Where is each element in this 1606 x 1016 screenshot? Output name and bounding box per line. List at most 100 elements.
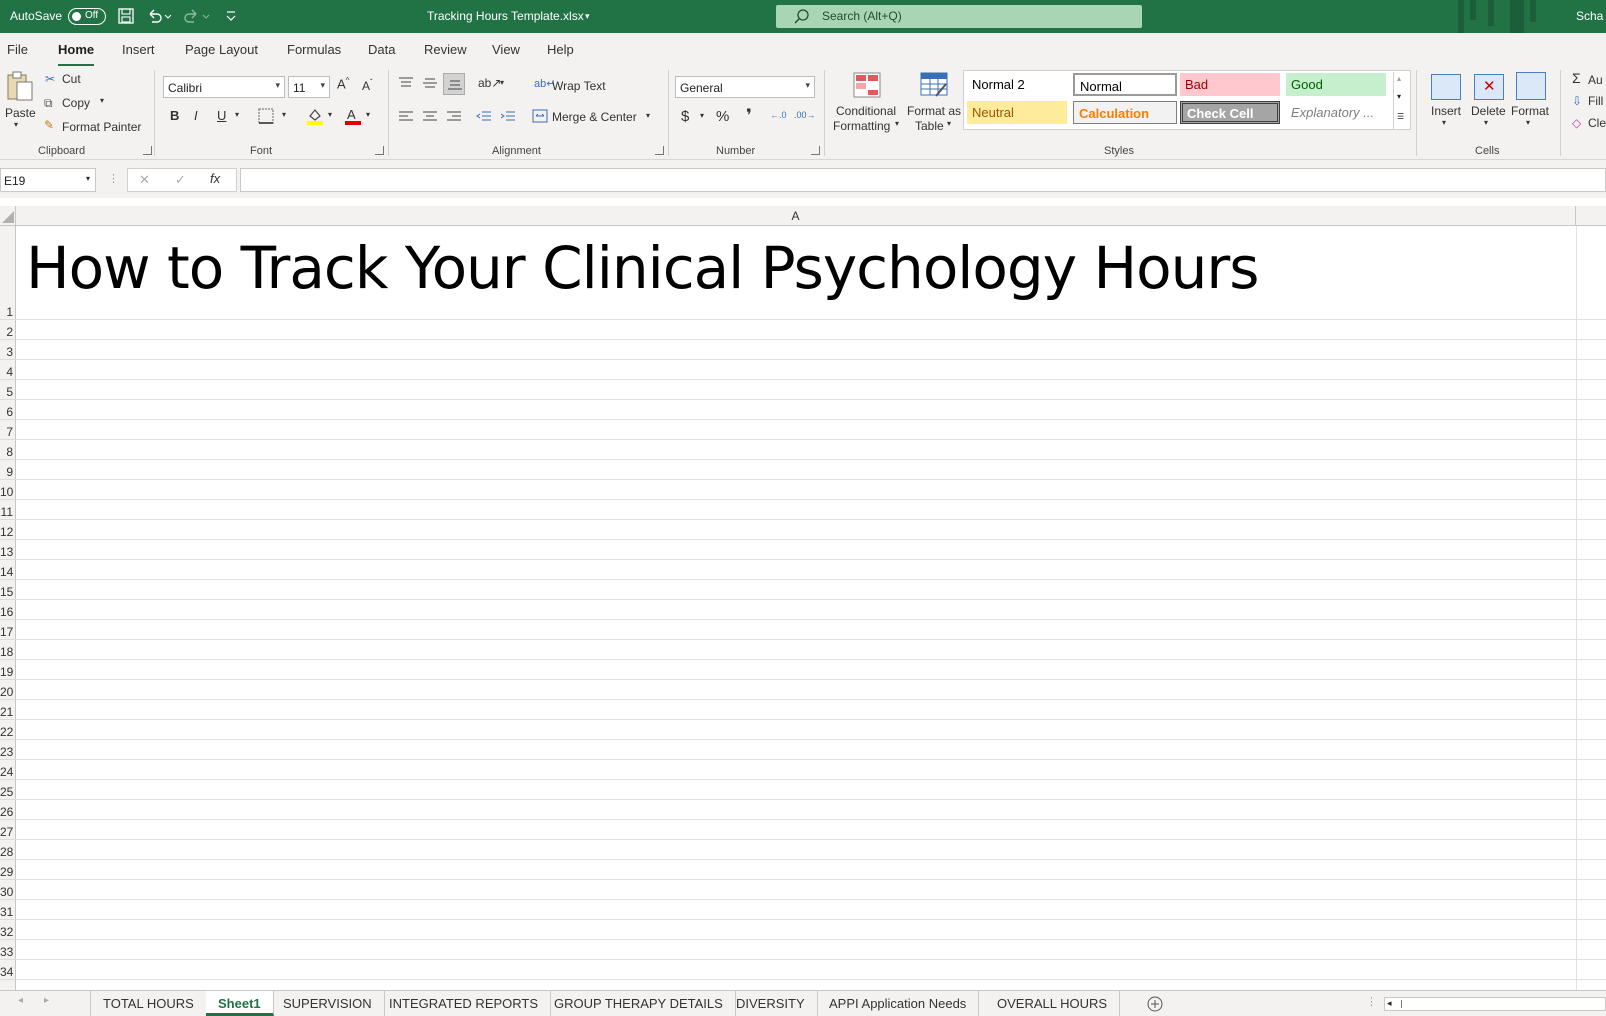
style-explanatory[interactable]: Explanatory ...: [1286, 101, 1386, 124]
sheet-tab[interactable]: INTEGRATED REPORTS: [377, 991, 552, 1016]
align-center-icon[interactable]: [422, 110, 438, 124]
borders-icon[interactable]: [258, 108, 274, 124]
row-header[interactable]: 16: [0, 600, 16, 620]
font-name-dropdown[interactable]: Calibri ▾: [163, 76, 285, 98]
orientation-icon[interactable]: ab↗: [478, 76, 501, 90]
scroll-tabs-right-icon[interactable]: ▸: [44, 995, 49, 1006]
insert-chevron-icon[interactable]: ▾: [1442, 118, 1446, 127]
style-neutral[interactable]: Neutral: [967, 101, 1067, 124]
merge-chevron-icon[interactable]: ▾: [646, 111, 650, 120]
conditional-formatting-label[interactable]: Conditional: [836, 104, 896, 118]
style-check-cell[interactable]: Check Cell: [1180, 101, 1280, 124]
format-chevron-icon[interactable]: ▾: [1526, 118, 1530, 127]
borders-chevron-icon[interactable]: ▾: [282, 110, 286, 119]
number-launcher-icon[interactable]: [811, 146, 820, 155]
tab-data[interactable]: Data: [368, 42, 395, 57]
row-header[interactable]: 5: [0, 380, 16, 400]
style-normal[interactable]: Normal: [1073, 73, 1177, 96]
font-color-icon[interactable]: A: [344, 106, 362, 126]
number-format-dropdown[interactable]: General ▾: [675, 76, 815, 98]
row-header[interactable]: 8: [0, 440, 16, 460]
row-header[interactable]: 22: [0, 720, 16, 740]
scroll-left-icon[interactable]: ◂: [1387, 998, 1392, 1009]
cut-icon[interactable]: ✂: [45, 72, 55, 86]
align-middle-icon[interactable]: [422, 76, 438, 90]
italic-button[interactable]: I: [194, 108, 198, 123]
row-header[interactable]: 1: [0, 226, 16, 320]
tab-insert[interactable]: Insert: [122, 42, 155, 57]
insert-cells-button[interactable]: Insert: [1431, 104, 1461, 118]
tab-view[interactable]: View: [492, 42, 520, 57]
formula-input[interactable]: [240, 168, 1606, 192]
row-header[interactable]: 30: [0, 880, 16, 900]
row-header[interactable]: 33: [0, 940, 16, 960]
tab-page-layout[interactable]: Page Layout: [185, 42, 258, 57]
title-cell[interactable]: How to Track Your Clinical Psychology Ho…: [26, 234, 1259, 302]
customize-qat-icon[interactable]: [226, 10, 236, 22]
delete-cells-button[interactable]: Delete: [1471, 104, 1506, 118]
row-header[interactable]: 15: [0, 580, 16, 600]
underline-button[interactable]: U: [217, 108, 226, 123]
name-box-chevron-icon[interactable]: ▾: [86, 174, 90, 183]
paste-chevron-icon[interactable]: ▾: [14, 120, 18, 129]
fill-color-chevron-icon[interactable]: ▾: [328, 110, 332, 119]
row-header[interactable]: 7: [0, 420, 16, 440]
row-header[interactable]: 6: [0, 400, 16, 420]
clipboard-launcher-icon[interactable]: [143, 146, 152, 155]
row-header[interactable]: 3: [0, 340, 16, 360]
row-header[interactable]: 2: [0, 320, 16, 340]
sheet-tab[interactable]: TOTAL HOURS: [91, 991, 207, 1016]
align-right-icon[interactable]: [446, 110, 462, 124]
scroll-up-icon[interactable]: ▴: [1397, 74, 1401, 83]
file-name[interactable]: Tracking Hours Template.xlsx: [427, 9, 584, 23]
orientation-chevron-icon[interactable]: ▾: [500, 78, 504, 87]
row-header[interactable]: 21: [0, 700, 16, 720]
conditional-formatting-icon[interactable]: [853, 72, 881, 98]
row-header[interactable]: 27: [0, 820, 16, 840]
row-header[interactable]: 13: [0, 540, 16, 560]
row-header[interactable]: 28: [0, 840, 16, 860]
row-header[interactable]: 24: [0, 760, 16, 780]
font-launcher-icon[interactable]: [375, 146, 384, 155]
merge-center-button[interactable]: Merge & Center: [552, 110, 637, 124]
row-header[interactable]: 25: [0, 780, 16, 800]
format-painter-button[interactable]: Format Painter: [62, 120, 141, 134]
currency-chevron-icon[interactable]: ▾: [700, 111, 704, 120]
align-left-icon[interactable]: [398, 110, 414, 124]
delete-cells-icon[interactable]: ✕: [1474, 74, 1504, 100]
format-as-table-icon[interactable]: [920, 72, 950, 100]
increase-decimal-icon[interactable]: ←.0: [770, 110, 787, 120]
autosum-button[interactable]: Au: [1588, 73, 1603, 87]
sheet-tab[interactable]: DIVERSITY: [724, 991, 818, 1016]
row-header[interactable]: 19: [0, 660, 16, 680]
copy-icon[interactable]: ⧉: [44, 96, 53, 111]
style-bad[interactable]: Bad: [1180, 73, 1280, 96]
fill-color-icon[interactable]: [306, 106, 324, 126]
clear-icon[interactable]: ◇: [1572, 116, 1581, 130]
conditional-formatting-chevron-icon[interactable]: ▾: [895, 119, 899, 128]
sheet-tab[interactable]: APPI Application Needs: [817, 991, 980, 1016]
format-cells-icon[interactable]: [1516, 72, 1546, 100]
cancel-icon[interactable]: ✕: [139, 172, 150, 188]
autosum-icon[interactable]: Σ: [1572, 70, 1581, 86]
name-box[interactable]: E19 ▾: [0, 168, 96, 192]
format-cells-button[interactable]: Format: [1511, 104, 1549, 118]
scroll-thumb[interactable]: [1401, 1000, 1601, 1008]
clear-button[interactable]: Cle: [1588, 116, 1606, 130]
worksheet-grid[interactable]: 1 2 3 4 5 6 7 8 9 10 11 12 13 14 15 16 17 18 19 20 21 22 23 24 2…: [0, 226, 1606, 990]
decrease-decimal-icon[interactable]: .00→: [794, 110, 816, 120]
increase-font-icon[interactable]: A^: [337, 76, 349, 91]
underline-chevron-icon[interactable]: ▾: [235, 110, 239, 119]
tab-home[interactable]: Home: [58, 42, 95, 67]
row-header[interactable]: 31: [0, 900, 16, 920]
tab-file[interactable]: File: [7, 42, 28, 57]
more-styles-icon[interactable]: ☰: [1397, 112, 1404, 121]
tab-formulas[interactable]: Formulas: [287, 42, 341, 57]
style-good[interactable]: Good: [1286, 73, 1386, 96]
styles-gallery-scroll[interactable]: ▴ ▾ ☰: [1393, 72, 1408, 129]
row-header[interactable]: 4: [0, 360, 16, 380]
tabs-splitter-icon[interactable]: ⋮: [1366, 995, 1377, 1008]
row-header[interactable]: 23: [0, 740, 16, 760]
alignment-launcher-icon[interactable]: [655, 146, 664, 155]
column-header-a[interactable]: A: [16, 206, 1576, 226]
